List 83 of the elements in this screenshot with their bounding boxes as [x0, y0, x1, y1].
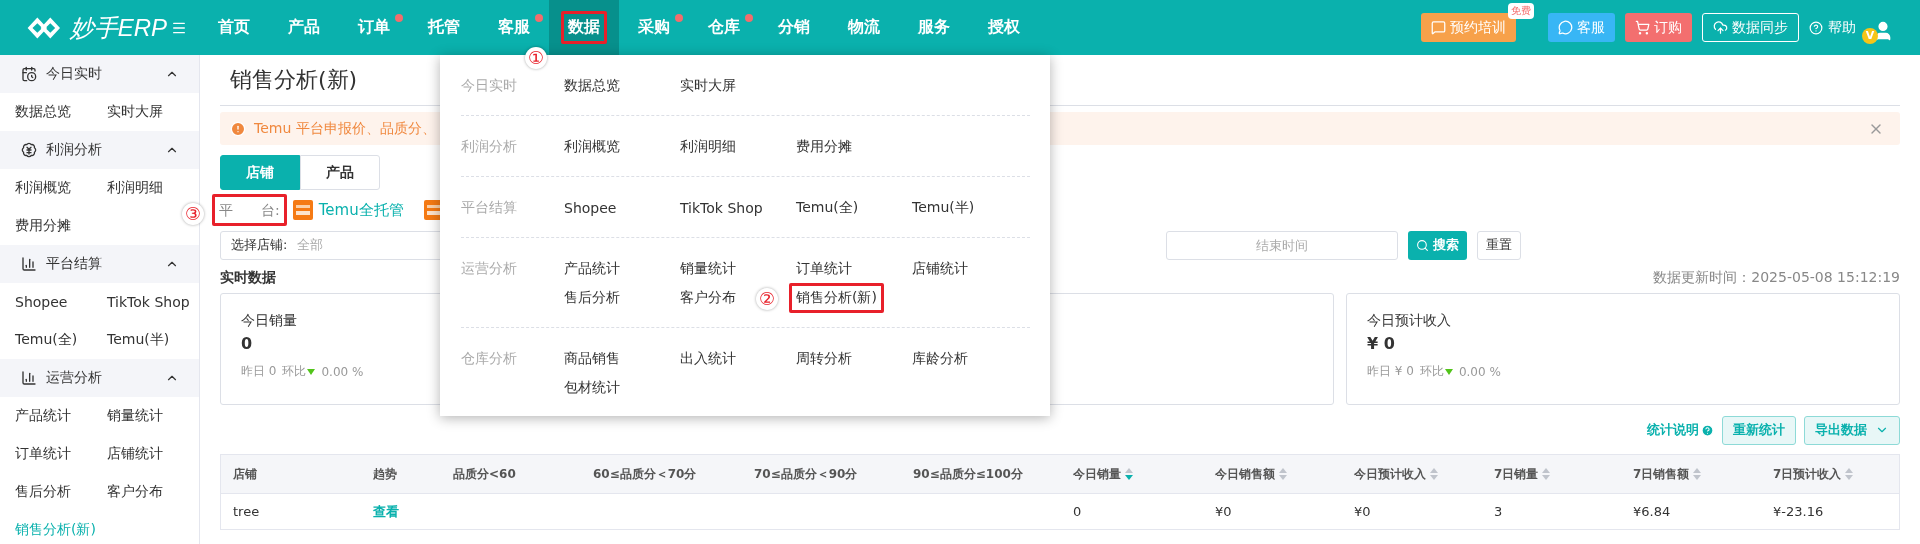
- card-value: ¥ 0: [1367, 334, 1395, 353]
- ratio-label: 环比: [282, 363, 307, 380]
- change-value: 0.00 %: [321, 364, 364, 379]
- menu-item[interactable]: 包材统计: [557, 373, 627, 402]
- menu-group-label: 仓库分析: [461, 348, 518, 368]
- menu-group-label: 今日实时: [461, 75, 518, 95]
- table-cell-text: 3: [1493, 503, 1504, 521]
- vip-badge: V: [1862, 27, 1878, 44]
- sidebar-item[interactable]: 店铺统计: [107, 435, 215, 473]
- sidebar-group-header[interactable]: 今日实时: [0, 55, 199, 93]
- card-value: 0: [241, 334, 253, 353]
- table-cell-text: ¥0: [1353, 503, 1372, 521]
- menu-item[interactable]: 销售分析(新): [789, 283, 884, 312]
- menu-item[interactable]: 店铺统计: [905, 254, 975, 283]
- sidebar-group-header[interactable]: 运营分析: [0, 359, 199, 397]
- logo-text: 妙手ERP: [69, 12, 167, 43]
- ratio-label: 环比: [1419, 363, 1444, 380]
- update-time: 数据更新时间：2025-05-08 15:12:19: [1653, 269, 1900, 287]
- sidebar-item[interactable]: 客户分布: [107, 473, 215, 511]
- menu-item[interactable]: 客户分布: [673, 283, 743, 312]
- table-cell-text: 0: [1072, 503, 1083, 521]
- yesterday-value: 昨日 0: [241, 363, 277, 380]
- menu-item[interactable]: 库龄分析: [905, 344, 975, 373]
- yesterday-value: 昨日 ¥ 0: [1367, 363, 1414, 380]
- sidebar-group-header[interactable]: 平台结算: [0, 245, 199, 283]
- menu-item[interactable]: 费用分摊: [789, 132, 859, 161]
- step-marker: ③: [182, 203, 204, 225]
- platform-label: 平 台:: [219, 202, 280, 218]
- alert-text: Temu 平台申报价、品质分、: [254, 119, 436, 138]
- column-header: 7日预计收入: [1773, 465, 1842, 483]
- table-cell-text: tree: [232, 503, 261, 521]
- sidebar-item[interactable]: 费用分摊: [15, 207, 107, 245]
- column-header: 60≤品质分＜70分: [593, 465, 697, 483]
- menu-item[interactable]: 售后分析: [557, 283, 627, 312]
- menu-item[interactable]: 实时大屏: [673, 71, 743, 100]
- menu-item[interactable]: 订单统计: [789, 254, 859, 283]
- free-badge: 免费: [1508, 3, 1534, 19]
- menu-item[interactable]: 利润明细: [673, 132, 743, 161]
- column-header: 90≤品质分≤100分: [913, 465, 1023, 483]
- menu-item[interactable]: TikTok Shop: [673, 193, 770, 222]
- menu-item[interactable]: Temu(半): [905, 193, 982, 222]
- menu-item[interactable]: 周转分析: [789, 344, 859, 373]
- column-header: 7日销售额: [1633, 465, 1690, 483]
- sidebar-group-header[interactable]: 利润分析: [0, 131, 199, 169]
- sidebar-item[interactable]: 数据总览: [15, 93, 107, 131]
- menu-item[interactable]: 利润概览: [557, 132, 627, 161]
- card-title: 今日销量: [241, 312, 297, 330]
- menu-item[interactable]: Shopee: [557, 193, 624, 222]
- menu-item[interactable]: 出入统计: [673, 344, 743, 373]
- menu-group-label: 利润分析: [461, 136, 518, 156]
- menu-item[interactable]: 销量统计: [673, 254, 743, 283]
- table-cell-text: ¥-23.16: [1772, 503, 1825, 521]
- column-header: 趋势: [373, 465, 397, 483]
- menu-group-label: 运营分析: [461, 258, 518, 278]
- sidebar-item[interactable]: Shopee: [15, 283, 107, 321]
- sidebar-item[interactable]: 实时大屏: [107, 93, 215, 131]
- sidebar-item[interactable]: 产品统计: [15, 397, 107, 435]
- column-header: 今日预计收入: [1354, 465, 1426, 483]
- column-header: 7日销量: [1494, 465, 1539, 483]
- change-value: 0.00 %: [1458, 364, 1501, 379]
- card-title: 今日预计收入: [1367, 312, 1451, 330]
- sidebar-item[interactable]: 订单统计: [15, 435, 107, 473]
- column-header: 今日销售额: [1215, 465, 1275, 483]
- sidebar-item[interactable]: TikTok Shop: [107, 283, 215, 321]
- menu-item[interactable]: 商品销售: [557, 344, 627, 373]
- column-header: 今日销量: [1073, 465, 1121, 483]
- table-cell-text: ¥6.84: [1632, 503, 1672, 521]
- menu-item[interactable]: 数据总览: [557, 71, 627, 100]
- column-header: 店铺: [233, 465, 257, 483]
- column-header: 品质分<60: [453, 465, 516, 483]
- sidebar-item[interactable]: 利润概览: [15, 169, 107, 207]
- sidebar-item[interactable]: 售后分析: [15, 473, 107, 511]
- sidebar-item[interactable]: Temu(半): [107, 321, 215, 359]
- column-header: 70≤品质分＜90分: [754, 465, 858, 483]
- menu-item[interactable]: Temu(全): [789, 193, 866, 222]
- tab[interactable]: 产品: [300, 155, 380, 190]
- section-title: 实时数据: [220, 269, 276, 287]
- sidebar-item[interactable]: 销量统计: [107, 397, 215, 435]
- end-time-field[interactable]: 结束时间: [1166, 230, 1398, 260]
- menu-group-label: 平台结算: [461, 197, 518, 217]
- sidebar-item[interactable]: Temu(全): [15, 321, 107, 359]
- reset-button[interactable]: 重置: [1477, 230, 1521, 260]
- table-cell-text: ¥0: [1214, 503, 1233, 521]
